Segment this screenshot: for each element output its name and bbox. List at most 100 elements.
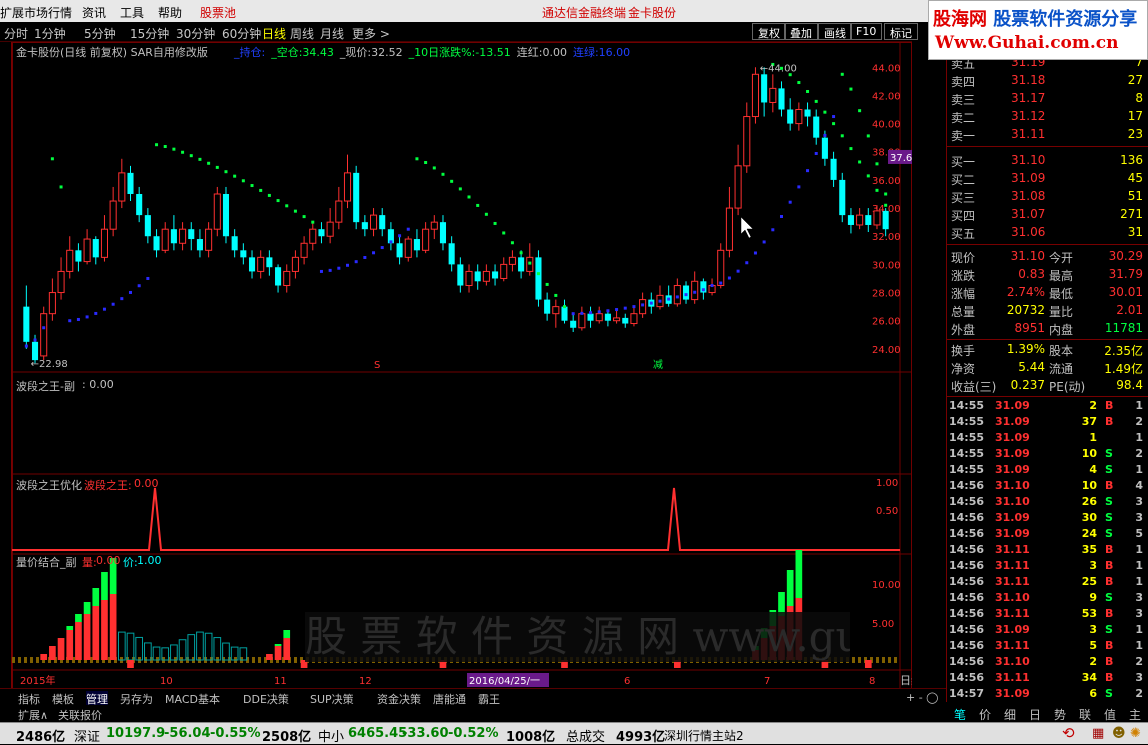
tick-price: 31.09 [995, 399, 1030, 412]
x-tick-label: 11 [274, 676, 287, 687]
period-tab-9[interactable]: 更多 > [352, 25, 390, 42]
tick-row: 14:56 31.11 53 B 3 [947, 606, 1148, 622]
tick-side: B [1105, 575, 1114, 588]
quote-row-1: 涨跌 0.83 最高 31.79 [947, 266, 1148, 284]
refresh-icon[interactable]: ⟲ [1062, 724, 1075, 742]
right-tab-4[interactable]: 势 [1054, 706, 1066, 723]
grid-icon[interactable]: ▦ [1092, 726, 1104, 741]
period-tab-0[interactable]: 分时 [4, 25, 28, 42]
period-tab-5[interactable]: 60分钟 [222, 25, 261, 42]
quote-label: 内盘 [1049, 323, 1074, 337]
related-quote-tab[interactable]: 关联报价 [58, 707, 102, 723]
zx-amount: 1008亿 [506, 730, 556, 745]
menu-item-stock-pool[interactable]: 股票池 [200, 4, 236, 21]
tick-count: 2 [1135, 415, 1143, 428]
right-tab-2[interactable]: 细 [1004, 706, 1016, 723]
period-tab-1[interactable]: 1分钟 [34, 25, 66, 42]
ask-label: 卖二 [951, 111, 976, 125]
quote-label: 总量 [951, 305, 976, 319]
menu-item-news[interactable]: 资讯 [82, 4, 106, 21]
sar-dot [858, 109, 862, 113]
right-tab-5[interactable]: 联 [1079, 706, 1091, 723]
quote-row-3: 总量 20732 量比 2.01 [947, 302, 1148, 320]
ask-vol: 17 [1127, 109, 1143, 123]
expand-tab[interactable]: 扩展∧ [18, 707, 48, 723]
tick-vol: 4 [1089, 463, 1097, 476]
sar-dot [198, 157, 202, 161]
ask-vol: 27 [1127, 73, 1143, 87]
bulb-icon[interactable]: ✺ [1130, 726, 1141, 741]
menu-item-market[interactable]: 扩展市场行情 [0, 4, 72, 21]
zoom-controls[interactable]: + - ◯ [906, 691, 939, 704]
candle-body [725, 207, 733, 251]
candle-body [474, 271, 481, 282]
quote-label: 涨跌 [951, 269, 976, 283]
period-tab-2[interactable]: 5分钟 [84, 25, 116, 42]
tick-vol: 2 [1089, 655, 1097, 668]
tick-row: 14:56 31.11 5 B 1 [947, 638, 1148, 654]
tick-count: 2 [1135, 655, 1143, 668]
ask-vol: 23 [1127, 127, 1143, 141]
candle-body [622, 317, 629, 324]
candle-body [144, 215, 151, 237]
x-tick-label: 8 [869, 676, 875, 687]
tick-vol: 25 [1081, 575, 1097, 588]
tick-time: 14:55 [949, 399, 985, 412]
right-tab-7[interactable]: 主 [1129, 706, 1141, 723]
right-tab-6[interactable]: 值 [1104, 706, 1116, 723]
panel4-y-tick: 10.00 [872, 580, 901, 591]
bid-price: 31.07 [1011, 207, 1046, 221]
user-icon[interactable]: ☻ [1112, 726, 1126, 741]
tick-row: 14:55 31.09 4 S 1 [947, 462, 1148, 478]
toolbar-button-3[interactable]: F10 [850, 23, 883, 40]
sar-dot [536, 272, 540, 276]
candle-body [751, 73, 759, 118]
tick-row: 14:56 31.09 24 S 5 [947, 526, 1148, 542]
toolbar-button-2[interactable]: 画线 [818, 23, 852, 40]
quote-value: 31.10 [1010, 249, 1045, 263]
candle-body [257, 256, 265, 272]
tick-row: 14:56 31.09 30 S 3 [947, 510, 1148, 526]
field-2: _现价:32.52 [339, 46, 403, 59]
period-tab-7[interactable]: 周线 [290, 25, 314, 42]
toolbar-button-4[interactable]: 标记 [884, 23, 918, 40]
ask-row-4: 卖一 31.11 23 [947, 126, 1148, 144]
bid-row-0: 买一 31.10 136 [947, 152, 1148, 170]
y-tick-label: 44.00 [872, 63, 901, 74]
sar-dot [736, 269, 740, 273]
tick-vol: 3 [1089, 623, 1097, 636]
period-tab-4[interactable]: 30分钟 [176, 25, 215, 42]
candle-body [275, 267, 282, 286]
sar-dot [415, 157, 419, 161]
sar-dot [658, 299, 662, 303]
right-tab-3[interactable]: 日 [1029, 706, 1041, 723]
bid-row-1: 买二 31.09 45 [947, 170, 1148, 188]
period-tab-6[interactable]: 日线 [262, 25, 286, 42]
right-tab-0[interactable]: 笔 [954, 706, 966, 723]
toolbar-button-1[interactable]: 叠加 [784, 23, 818, 40]
server-name[interactable]: 深圳行情主站2 [664, 727, 744, 744]
y-tick-label: 30.00 [872, 260, 901, 271]
quote-value: 0.237 [1010, 378, 1045, 392]
sar-dot [354, 260, 358, 264]
sar-dot [302, 215, 306, 219]
toolbar-button-0[interactable]: 复权 [752, 23, 786, 40]
tick-row: 14:57 31.09 6 S 2 [947, 686, 1148, 702]
menu-item-tools[interactable]: 工具 [120, 4, 144, 21]
period-tab-8[interactable]: 月线 [320, 25, 344, 42]
quote-label: 外盘 [951, 323, 976, 337]
status-bar: 2486亿 深证 10197.9 -56.04 -0.55% 2508亿 中小 … [0, 722, 1148, 745]
candle-body [518, 257, 525, 272]
panel3-title: 波段之王优化 [16, 479, 82, 492]
menu-item-help[interactable]: 帮助 [158, 4, 182, 21]
quote-panel: 委比-78.80%委差-488卖五31.197卖四31.1827卖三31.178… [946, 37, 1148, 716]
vol-bar-green [274, 644, 282, 646]
chart-area: 44.0042.0040.0038.0036.0034.0032.0030.00… [12, 42, 912, 689]
panel3-value: 0.00 [134, 477, 159, 490]
period-tab-3[interactable]: 15分钟 [130, 25, 169, 42]
quote-value: 2.74% [1006, 285, 1045, 299]
logo-url: Www.Guhai.com.cn [935, 33, 1119, 53]
right-tab-1[interactable]: 价 [979, 706, 991, 723]
candle-body [465, 270, 473, 287]
tick-price: 31.11 [995, 559, 1030, 572]
